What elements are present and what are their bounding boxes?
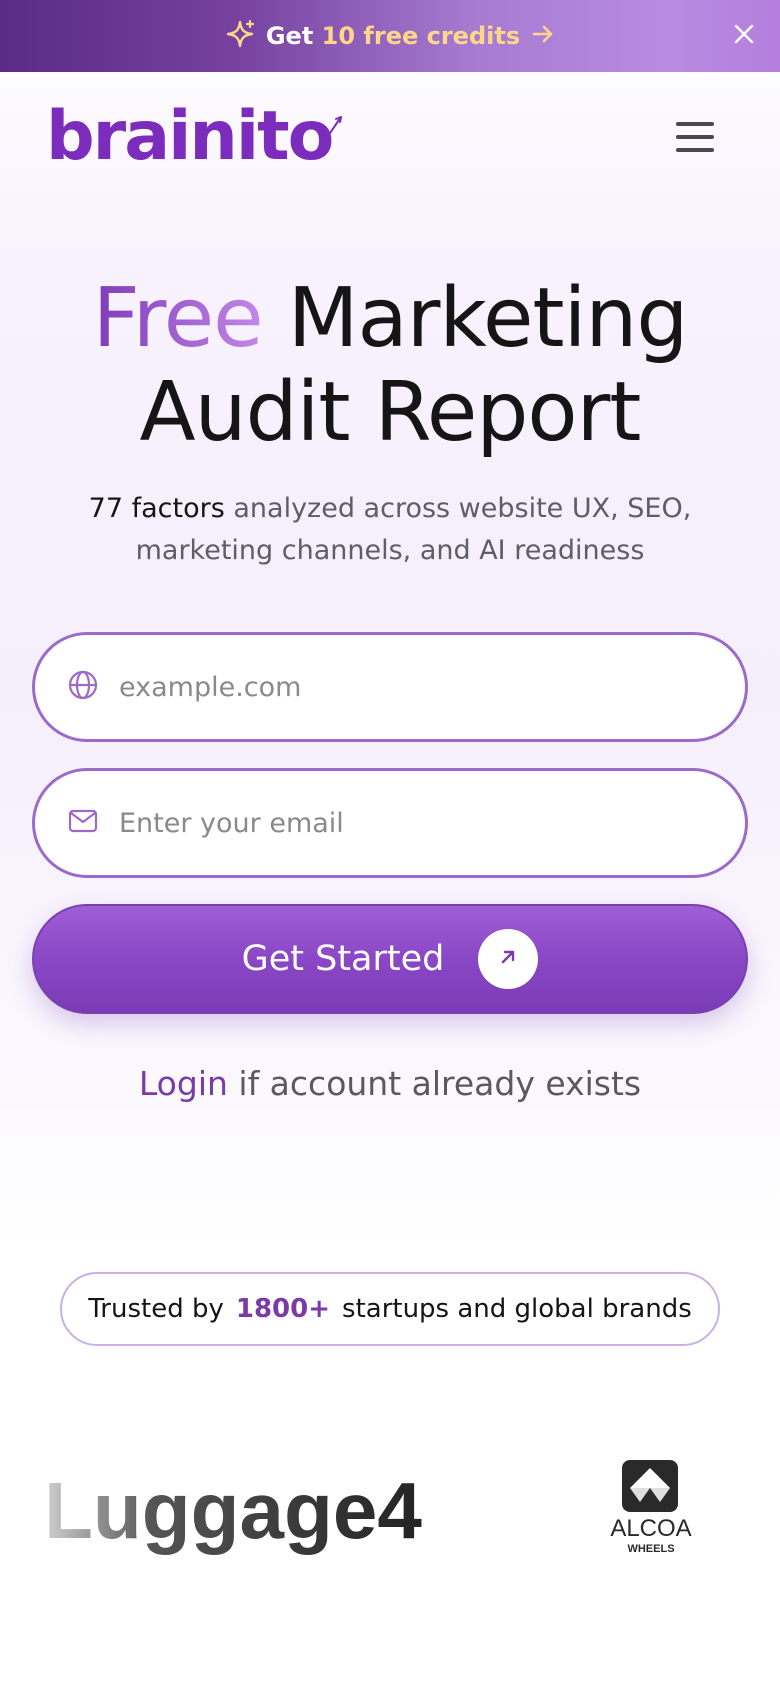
- promo-banner-content[interactable]: Get 10 free credits: [224, 18, 556, 54]
- trusted-count: 1800+: [235, 1294, 331, 1324]
- login-link[interactable]: Login: [139, 1064, 228, 1103]
- mail-icon: [67, 805, 99, 841]
- menu-bar: [676, 122, 714, 126]
- brand-logo[interactable]: brainito: [46, 103, 344, 171]
- website-url-input[interactable]: [119, 671, 679, 703]
- menu-bar: [676, 135, 714, 139]
- trusted-prefix: Trusted by: [88, 1294, 224, 1324]
- arrow-up-right-icon: [497, 946, 519, 972]
- email-field[interactable]: [32, 768, 748, 878]
- site-header: brainito: [0, 72, 780, 202]
- alcoa-wordmark: ALCOA: [610, 1515, 691, 1542]
- globe-icon: [67, 669, 99, 705]
- hero-title: Free Marketing Audit Report: [0, 272, 780, 460]
- website-url-field[interactable]: [32, 632, 748, 742]
- trusted-badge: Trusted by 1800+ startups and global bra…: [60, 1272, 720, 1346]
- promo-highlight: 10 free credits: [321, 22, 521, 50]
- login-prompt-rest: if account already exists: [238, 1064, 642, 1103]
- hero-title-line2: Audit Report: [139, 365, 642, 460]
- promo-banner-text: Get 10 free credits: [266, 22, 520, 50]
- close-icon: [733, 23, 755, 49]
- luggage-wordmark: Luggage4u: [44, 1466, 424, 1555]
- close-banner-button[interactable]: [730, 22, 758, 50]
- email-input[interactable]: [119, 807, 679, 839]
- promo-banner[interactable]: Get 10 free credits: [0, 0, 780, 72]
- get-started-button[interactable]: Get Started: [32, 904, 748, 1014]
- trusted-suffix: startups and global brands: [342, 1294, 692, 1324]
- sparkle-icon: [224, 18, 256, 54]
- hero-subtitle-strong: 77 factors: [88, 493, 225, 524]
- client-logo-luggage4u: Luggage4u: [44, 1448, 471, 1568]
- hamburger-menu-button[interactable]: [676, 117, 716, 157]
- hero-title-accent: Free: [92, 271, 264, 366]
- brand-logo-text: brainito: [46, 97, 334, 176]
- alcoa-subtext: WHEELS: [627, 1543, 674, 1555]
- cta-arrow-circle: [478, 929, 539, 989]
- get-started-label: Get Started: [241, 939, 445, 979]
- rocket-icon: [325, 115, 344, 147]
- client-logo-alcoa: ALCOA WHEELS: [596, 1458, 706, 1558]
- arrow-right-icon: [530, 21, 556, 51]
- hero-title-line1: Marketing: [287, 271, 689, 366]
- menu-bar: [676, 148, 714, 152]
- login-prompt: Login if account already exists: [0, 1064, 780, 1103]
- promo-prefix: Get: [265, 22, 314, 50]
- hero-subtitle: 77 factors analyzed across website UX, S…: [30, 488, 750, 572]
